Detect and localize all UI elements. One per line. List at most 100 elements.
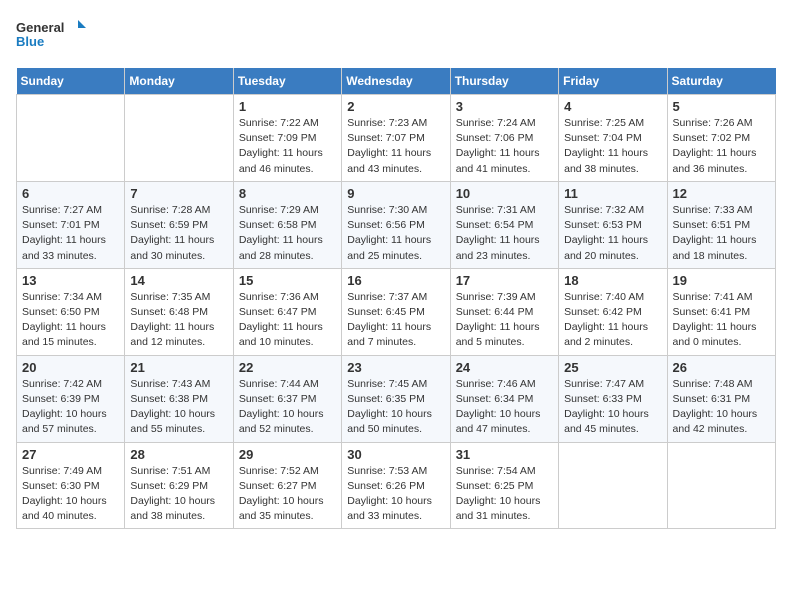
calendar-cell: 26 Sunrise: 7:48 AM Sunset: 6:31 PM Dayli… [667, 355, 775, 442]
day-number: 22 [239, 360, 336, 375]
day-info: Sunrise: 7:25 AM Sunset: 7:04 PM Dayligh… [564, 116, 661, 177]
day-info: Sunrise: 7:53 AM Sunset: 6:26 PM Dayligh… [347, 464, 444, 525]
day-info: Sunrise: 7:34 AM Sunset: 6:50 PM Dayligh… [22, 290, 119, 351]
logo: General Blue [16, 16, 86, 56]
calendar-cell: 27 Sunrise: 7:49 AM Sunset: 6:30 PM Dayli… [17, 442, 125, 529]
day-info: Sunrise: 7:44 AM Sunset: 6:37 PM Dayligh… [239, 377, 336, 438]
day-number: 28 [130, 447, 227, 462]
day-info: Sunrise: 7:39 AM Sunset: 6:44 PM Dayligh… [456, 290, 553, 351]
calendar-cell: 25 Sunrise: 7:47 AM Sunset: 6:33 PM Dayli… [559, 355, 667, 442]
calendar-cell: 11 Sunrise: 7:32 AM Sunset: 6:53 PM Dayli… [559, 181, 667, 268]
calendar-cell: 24 Sunrise: 7:46 AM Sunset: 6:34 PM Dayli… [450, 355, 558, 442]
day-info: Sunrise: 7:24 AM Sunset: 7:06 PM Dayligh… [456, 116, 553, 177]
calendar-cell: 29 Sunrise: 7:52 AM Sunset: 6:27 PM Dayli… [233, 442, 341, 529]
calendar-cell: 21 Sunrise: 7:43 AM Sunset: 6:38 PM Dayli… [125, 355, 233, 442]
day-number: 12 [673, 186, 770, 201]
day-number: 29 [239, 447, 336, 462]
calendar-cell: 1 Sunrise: 7:22 AM Sunset: 7:09 PM Daylig… [233, 95, 341, 182]
svg-text:Blue: Blue [16, 34, 44, 49]
day-number: 9 [347, 186, 444, 201]
calendar-cell: 23 Sunrise: 7:45 AM Sunset: 6:35 PM Dayli… [342, 355, 450, 442]
calendar-cell [125, 95, 233, 182]
day-number: 26 [673, 360, 770, 375]
day-info: Sunrise: 7:30 AM Sunset: 6:56 PM Dayligh… [347, 203, 444, 264]
day-info: Sunrise: 7:54 AM Sunset: 6:25 PM Dayligh… [456, 464, 553, 525]
calendar-week-row: 13 Sunrise: 7:34 AM Sunset: 6:50 PM Dayli… [17, 268, 776, 355]
day-info: Sunrise: 7:45 AM Sunset: 6:35 PM Dayligh… [347, 377, 444, 438]
calendar-cell: 17 Sunrise: 7:39 AM Sunset: 6:44 PM Dayli… [450, 268, 558, 355]
day-number: 19 [673, 273, 770, 288]
calendar-cell [559, 442, 667, 529]
calendar-cell: 6 Sunrise: 7:27 AM Sunset: 7:01 PM Daylig… [17, 181, 125, 268]
day-info: Sunrise: 7:47 AM Sunset: 6:33 PM Dayligh… [564, 377, 661, 438]
calendar-cell: 13 Sunrise: 7:34 AM Sunset: 6:50 PM Dayli… [17, 268, 125, 355]
day-number: 27 [22, 447, 119, 462]
calendar-cell: 12 Sunrise: 7:33 AM Sunset: 6:51 PM Dayli… [667, 181, 775, 268]
day-of-week-header: Monday [125, 68, 233, 95]
day-info: Sunrise: 7:37 AM Sunset: 6:45 PM Dayligh… [347, 290, 444, 351]
day-info: Sunrise: 7:27 AM Sunset: 7:01 PM Dayligh… [22, 203, 119, 264]
day-number: 18 [564, 273, 661, 288]
day-info: Sunrise: 7:52 AM Sunset: 6:27 PM Dayligh… [239, 464, 336, 525]
day-number: 25 [564, 360, 661, 375]
calendar-cell: 31Sunrise: 7:54 AM Sunset: 6:25 PM Dayli… [450, 442, 558, 529]
calendar-cell: 5 Sunrise: 7:26 AM Sunset: 7:02 PM Daylig… [667, 95, 775, 182]
calendar-cell: 14 Sunrise: 7:35 AM Sunset: 6:48 PM Dayli… [125, 268, 233, 355]
day-of-week-header: Wednesday [342, 68, 450, 95]
calendar-cell: 28 Sunrise: 7:51 AM Sunset: 6:29 PM Dayli… [125, 442, 233, 529]
day-info: Sunrise: 7:35 AM Sunset: 6:48 PM Dayligh… [130, 290, 227, 351]
calendar-cell: 20Sunrise: 7:42 AM Sunset: 6:39 PM Dayli… [17, 355, 125, 442]
day-number: 4 [564, 99, 661, 114]
calendar-table: SundayMondayTuesdayWednesdayThursdayFrid… [16, 68, 776, 529]
day-info: Sunrise: 7:43 AM Sunset: 6:38 PM Dayligh… [130, 377, 227, 438]
day-info: Sunrise: 7:33 AM Sunset: 6:51 PM Dayligh… [673, 203, 770, 264]
calendar-week-row: 1 Sunrise: 7:22 AM Sunset: 7:09 PM Daylig… [17, 95, 776, 182]
calendar-header-row: SundayMondayTuesdayWednesdayThursdayFrid… [17, 68, 776, 95]
day-number: 24 [456, 360, 553, 375]
day-info: Sunrise: 7:26 AM Sunset: 7:02 PM Dayligh… [673, 116, 770, 177]
day-info: Sunrise: 7:51 AM Sunset: 6:29 PM Dayligh… [130, 464, 227, 525]
calendar-cell: 22 Sunrise: 7:44 AM Sunset: 6:37 PM Dayli… [233, 355, 341, 442]
calendar-cell: 7 Sunrise: 7:28 AM Sunset: 6:59 PM Daylig… [125, 181, 233, 268]
day-info: Sunrise: 7:28 AM Sunset: 6:59 PM Dayligh… [130, 203, 227, 264]
calendar-cell [667, 442, 775, 529]
day-number: 6 [22, 186, 119, 201]
day-info: Sunrise: 7:23 AM Sunset: 7:07 PM Dayligh… [347, 116, 444, 177]
day-number: 11 [564, 186, 661, 201]
day-number: 23 [347, 360, 444, 375]
day-number: 20 [22, 360, 119, 375]
day-number: 3 [456, 99, 553, 114]
day-info: Sunrise: 7:22 AM Sunset: 7:09 PM Dayligh… [239, 116, 336, 177]
calendar-cell: 19Sunrise: 7:41 AM Sunset: 6:41 PM Dayli… [667, 268, 775, 355]
day-number: 14 [130, 273, 227, 288]
day-number: 21 [130, 360, 227, 375]
day-info: Sunrise: 7:49 AM Sunset: 6:30 PM Dayligh… [22, 464, 119, 525]
day-info: Sunrise: 7:48 AM Sunset: 6:31 PM Dayligh… [673, 377, 770, 438]
day-of-week-header: Tuesday [233, 68, 341, 95]
day-number: 8 [239, 186, 336, 201]
day-of-week-header: Saturday [667, 68, 775, 95]
calendar-cell: 8Sunrise: 7:29 AM Sunset: 6:58 PM Daylig… [233, 181, 341, 268]
calendar-week-row: 6 Sunrise: 7:27 AM Sunset: 7:01 PM Daylig… [17, 181, 776, 268]
day-number: 10 [456, 186, 553, 201]
calendar-cell: 2Sunrise: 7:23 AM Sunset: 7:07 PM Daylig… [342, 95, 450, 182]
day-number: 5 [673, 99, 770, 114]
day-number: 1 [239, 99, 336, 114]
day-of-week-header: Friday [559, 68, 667, 95]
logo-svg: General Blue [16, 16, 86, 56]
day-number: 17 [456, 273, 553, 288]
calendar-cell: 9 Sunrise: 7:30 AM Sunset: 6:56 PM Daylig… [342, 181, 450, 268]
calendar-week-row: 20Sunrise: 7:42 AM Sunset: 6:39 PM Dayli… [17, 355, 776, 442]
day-info: Sunrise: 7:31 AM Sunset: 6:54 PM Dayligh… [456, 203, 553, 264]
day-info: Sunrise: 7:46 AM Sunset: 6:34 PM Dayligh… [456, 377, 553, 438]
day-number: 30 [347, 447, 444, 462]
day-info: Sunrise: 7:40 AM Sunset: 6:42 PM Dayligh… [564, 290, 661, 351]
day-number: 13 [22, 273, 119, 288]
day-info: Sunrise: 7:32 AM Sunset: 6:53 PM Dayligh… [564, 203, 661, 264]
calendar-cell: 10 Sunrise: 7:31 AM Sunset: 6:54 PM Dayli… [450, 181, 558, 268]
calendar-cell: 16Sunrise: 7:37 AM Sunset: 6:45 PM Dayli… [342, 268, 450, 355]
calendar-cell [17, 95, 125, 182]
page-header: General Blue [16, 16, 776, 56]
calendar-cell: 3 Sunrise: 7:24 AM Sunset: 7:06 PM Daylig… [450, 95, 558, 182]
day-number: 7 [130, 186, 227, 201]
